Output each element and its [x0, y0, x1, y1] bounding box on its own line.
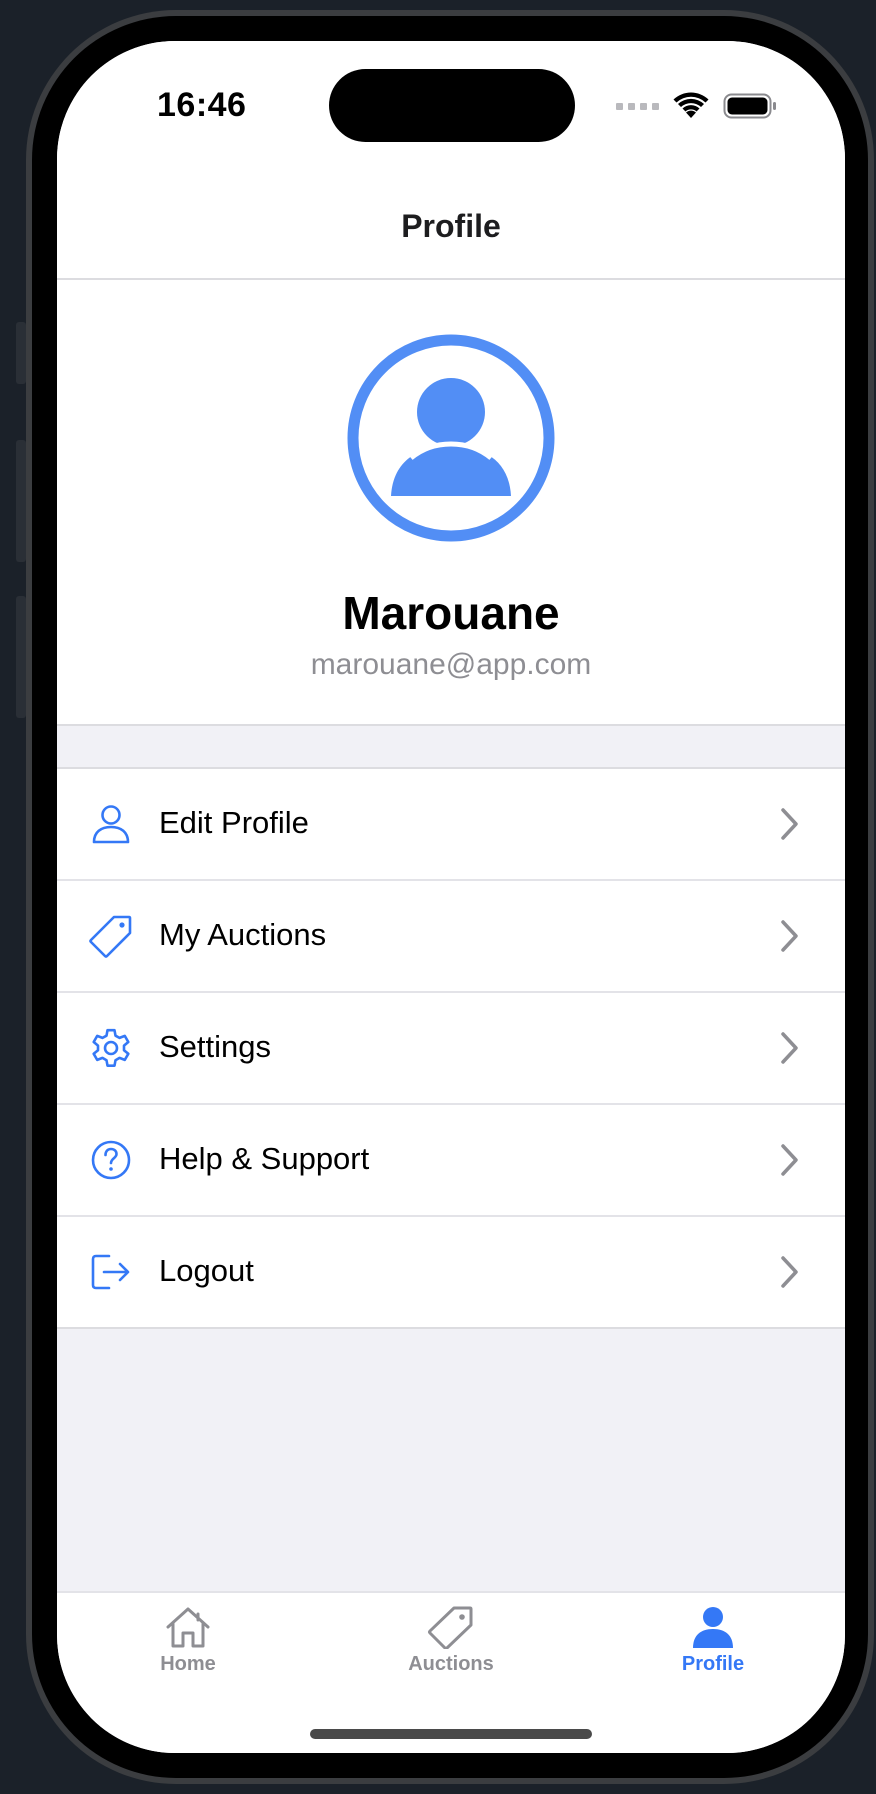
battery-icon	[723, 93, 776, 119]
person-icon	[92, 805, 130, 844]
menu-item-my-auctions[interactable]: My Auctions	[57, 881, 845, 993]
chevron-right-icon	[781, 1032, 798, 1064]
menu-item-label: Edit Profile	[159, 805, 309, 840]
menu-item-settings[interactable]: Settings	[57, 993, 845, 1105]
menu-item-label: Help & Support	[159, 1141, 370, 1176]
navigation-bar: Profile	[57, 181, 845, 280]
status-bar: 16:46	[57, 41, 845, 181]
person-fill-icon	[693, 1607, 733, 1648]
tag-icon	[89, 915, 132, 958]
menu-item-label: My Auctions	[159, 917, 327, 952]
menu-item-edit-profile[interactable]: Edit Profile	[57, 769, 845, 881]
chevron-right-icon	[781, 1256, 798, 1288]
volume-down-button	[16, 596, 26, 718]
menu-item-label: Settings	[159, 1029, 272, 1064]
menu-item-help-support[interactable]: Help & Support	[57, 1105, 845, 1217]
dynamic-island	[329, 69, 575, 142]
tag-icon	[428, 1606, 473, 1649]
tab-auctions[interactable]: Auctions	[371, 1605, 531, 1685]
house-icon	[166, 1607, 210, 1648]
page-title: Profile	[401, 208, 501, 244]
question-circle-icon	[91, 1140, 131, 1180]
tab-label: Auctions	[408, 1653, 494, 1675]
gear-icon	[92, 1028, 130, 1068]
menu-item-logout[interactable]: Logout	[57, 1217, 845, 1327]
profile-name: Marouane	[342, 587, 560, 639]
action-button	[16, 322, 26, 384]
wifi-icon	[673, 92, 709, 118]
avatar-person-icon[interactable]	[347, 334, 555, 542]
volume-up-button	[16, 440, 26, 562]
menu-item-label: Logout	[159, 1253, 254, 1288]
tab-label: Profile	[681, 1653, 745, 1675]
tab-home[interactable]: Home	[108, 1605, 268, 1685]
cellular-signal-icon	[616, 102, 659, 110]
chevron-right-icon	[781, 808, 798, 840]
logout-icon	[91, 1254, 130, 1290]
chevron-right-icon	[781, 920, 798, 952]
tab-label: Home	[160, 1653, 216, 1675]
status-icons	[616, 91, 777, 121]
app-screen: 16:46 Profile Marouane marouane@app.com …	[57, 41, 845, 1753]
status-time: 16:46	[157, 86, 247, 124]
chevron-right-icon	[781, 1144, 798, 1176]
home-indicator	[310, 1729, 592, 1739]
profile-header: Marouane marouane@app.com	[57, 280, 845, 726]
profile-menu: Edit Profile My Auctions Settings Help &…	[57, 767, 845, 1329]
profile-email: marouane@app.com	[310, 648, 592, 681]
tab-profile[interactable]: Profile	[633, 1605, 793, 1685]
